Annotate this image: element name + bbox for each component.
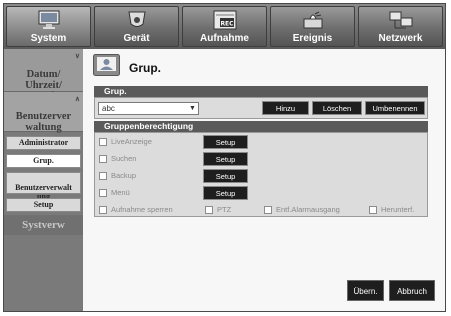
- group-panel-title: Grup.: [104, 86, 127, 96]
- permission-panel-title: Gruppenberechtigung: [104, 121, 194, 131]
- checkbox-live-view[interactable]: [99, 138, 107, 146]
- sidebar-sub-administrator-label: Administrator: [18, 138, 69, 147]
- tab-recording-label: Aufnahme: [200, 33, 249, 44]
- checkbox-remote-alarm-out[interactable]: [264, 206, 272, 214]
- menu-setup-button[interactable]: Setup: [203, 186, 248, 200]
- tab-network-label: Netzwerk: [378, 33, 423, 44]
- tab-system[interactable]: System: [6, 6, 91, 47]
- permission-panel-header: Gruppenberechtigung: [94, 121, 428, 132]
- perm-menu-label: Menü: [111, 188, 130, 197]
- alarm-icon: [303, 11, 322, 29]
- checkbox-recording-lock[interactable]: [99, 206, 107, 214]
- chevron-up-icon: ∧: [74, 95, 80, 103]
- live-view-setup-button[interactable]: Setup: [203, 135, 248, 149]
- monitor-icon: [38, 10, 59, 29]
- sidebar-item-system-management[interactable]: Systverw: [4, 215, 83, 235]
- tab-event[interactable]: Ereignis: [270, 6, 355, 47]
- perm-ptz-label: PTZ: [217, 205, 232, 214]
- network-icon: [389, 11, 412, 29]
- sidebar-item-user-management[interactable]: Benutzerver waltung ∧: [4, 92, 83, 133]
- page-title: Grup.: [129, 61, 161, 75]
- perm-live-view-label: LiveAnzeige: [111, 137, 152, 146]
- search-setup-button[interactable]: Setup: [203, 152, 248, 166]
- rec-icon: REC: [213, 10, 236, 30]
- cancel-button[interactable]: Abbruch: [389, 280, 435, 301]
- svg-text:REC: REC: [220, 21, 234, 28]
- rename-button[interactable]: Umbenennen: [365, 101, 425, 115]
- sidebar-sub-setup-label: Setup: [33, 200, 54, 209]
- checkbox-backup[interactable]: [99, 172, 107, 180]
- sidebar-item-user-management-label: Benutzerver waltung: [15, 111, 72, 133]
- perm-shutdown-label: Herunterf.: [381, 205, 415, 214]
- chevron-down-icon: ▼: [189, 105, 196, 112]
- sidebar-sub-user-management[interactable]: Benutzerverwalt ung: [6, 172, 81, 201]
- top-navigation: System Gerät REC Aufnahme Ereignis Netzw…: [4, 4, 445, 49]
- tab-device[interactable]: Gerät: [94, 6, 179, 47]
- sidebar-item-date-time[interactable]: Datum/ Uhrzeit/ Sprache ∨: [4, 49, 83, 102]
- sidebar: Datum/ Uhrzeit/ Sprache ∨ Benutzerver wa…: [4, 49, 83, 311]
- group-select-value: abc: [102, 104, 115, 113]
- tab-system-label: System: [30, 33, 67, 44]
- settings-window: System Gerät REC Aufnahme Ereignis Netzw…: [3, 3, 446, 312]
- sidebar-item-system-management-label: Systverw: [22, 219, 65, 231]
- sidebar-sub-administrator[interactable]: Administrator: [6, 136, 81, 150]
- apply-button[interactable]: Übern.: [347, 280, 384, 301]
- perm-backup-label: Backup: [111, 171, 137, 180]
- checkbox-shutdown[interactable]: [369, 206, 377, 214]
- tab-network[interactable]: Netzwerk: [358, 6, 443, 47]
- perm-recording-lock-label: Aufnahme sperren: [111, 205, 173, 214]
- perm-search-label: Suchen: [111, 154, 137, 163]
- sidebar-sub-group[interactable]: Grup.: [6, 154, 81, 168]
- checkbox-search[interactable]: [99, 155, 107, 163]
- tab-recording[interactable]: REC Aufnahme: [182, 6, 267, 47]
- sidebar-sub-group-label: Grup.: [33, 156, 54, 165]
- camera-icon: [127, 11, 146, 27]
- backup-setup-button[interactable]: Setup: [203, 169, 248, 183]
- checkbox-menu[interactable]: [99, 189, 107, 197]
- sidebar-sub-setup[interactable]: Setup: [6, 198, 81, 212]
- group-icon: [93, 54, 120, 76]
- group-panel-header: Grup.: [94, 86, 428, 97]
- add-button[interactable]: Hinzu: [262, 101, 309, 115]
- checkbox-ptz[interactable]: [205, 206, 213, 214]
- tab-event-label: Ereignis: [292, 33, 333, 44]
- delete-button[interactable]: Löschen: [312, 101, 362, 115]
- chevron-down-icon: ∨: [74, 52, 80, 60]
- perm-remote-alarm-out-label: Entf.Alarmausgang: [276, 205, 340, 214]
- tab-device-label: Gerät: [123, 33, 150, 44]
- main-content: Grup. Grup. abc ▼ Hinzu Löschen Umbenenn…: [84, 49, 445, 311]
- group-select[interactable]: abc ▼: [98, 102, 199, 115]
